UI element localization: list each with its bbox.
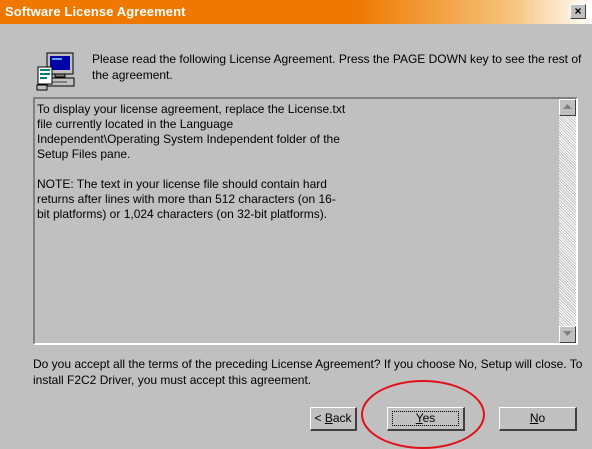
down-arrow-icon (563, 331, 572, 336)
window-title: Software License Agreement (5, 4, 186, 19)
no-button-label: No (529, 411, 546, 425)
vertical-scrollbar[interactable] (559, 99, 576, 343)
license-text-area[interactable]: To display your license agreement, repla… (33, 97, 578, 345)
scroll-up-button[interactable] (559, 99, 576, 116)
acceptance-question: Do you accept all the terms of the prece… (33, 357, 583, 387)
setup-computer-icon (36, 52, 75, 91)
back-button-label: < Back (314, 411, 352, 425)
close-icon: × (574, 4, 582, 18)
close-button[interactable]: × (570, 4, 586, 19)
up-arrow-icon (563, 104, 572, 109)
scroll-down-button[interactable] (559, 326, 576, 343)
title-bar[interactable]: Software License Agreement × (0, 0, 592, 24)
instruction-text: Please read the following License Agreem… (92, 52, 582, 82)
no-button[interactable]: No (499, 407, 577, 431)
license-text: To display your license agreement, repla… (37, 102, 346, 221)
yes-button[interactable]: Yes (387, 407, 465, 431)
back-button[interactable]: < Back (310, 407, 357, 431)
license-dialog: Software License Agreement × Please read… (0, 0, 592, 449)
yes-button-label: Yes (415, 411, 436, 425)
